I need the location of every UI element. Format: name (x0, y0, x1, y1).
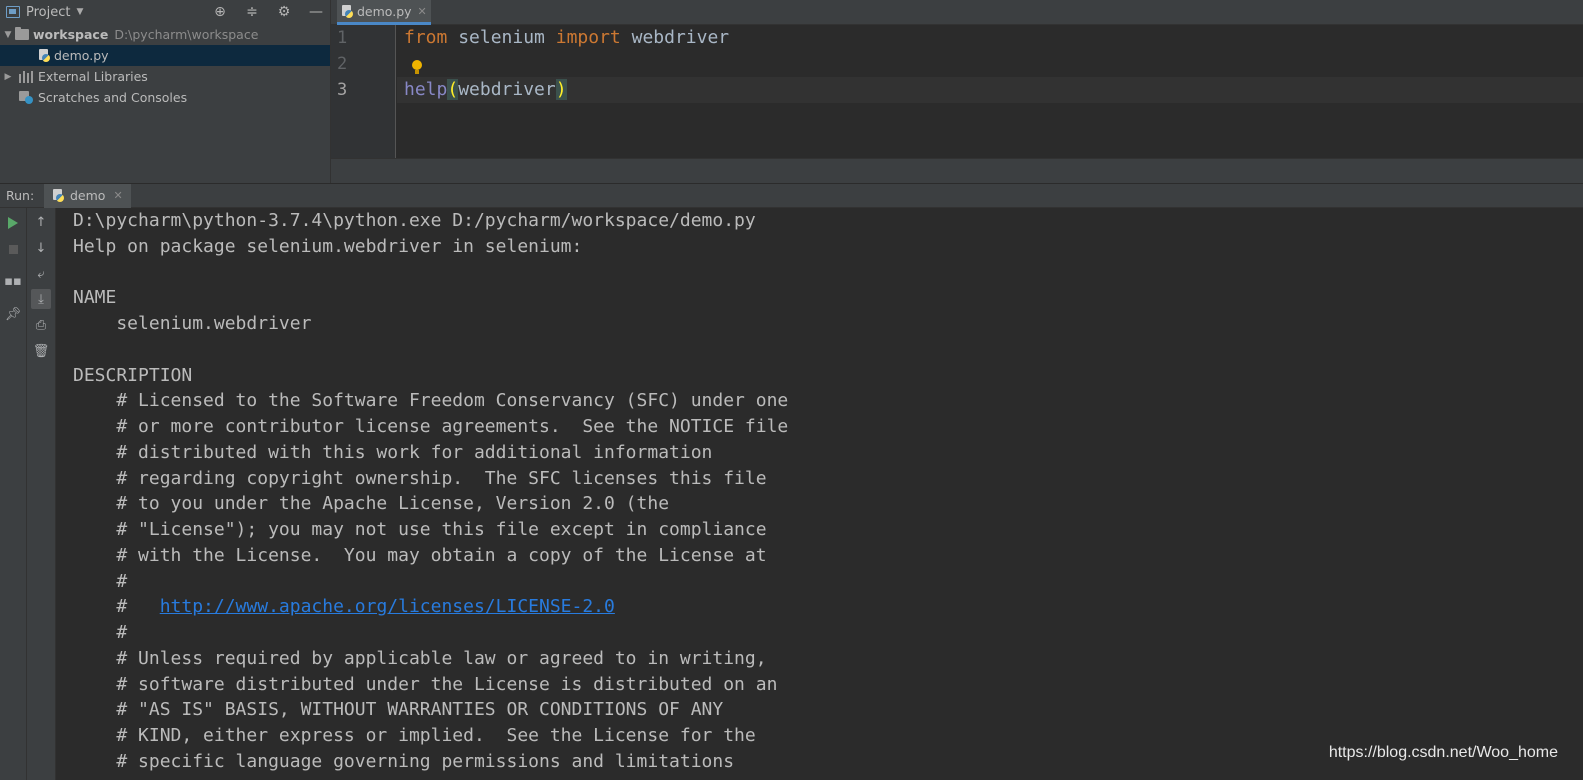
console-line: # specific language governing permission… (73, 751, 735, 772)
tree-item-demo-py[interactable]: demo.py (0, 45, 330, 66)
editor-tab-label: demo.py (357, 3, 412, 19)
restore-layout-button[interactable]: ▪▪ (3, 271, 23, 291)
stop-button[interactable] (3, 239, 23, 259)
console-line: # "AS IS" BASIS, WITHOUT WARRANTIES OR C… (73, 699, 724, 720)
print-button[interactable]: ⎙ (31, 315, 51, 335)
console-line: # with the License. You may obtain a cop… (73, 545, 767, 566)
console-line: # KIND, either express or implied. See t… (73, 725, 756, 746)
run-tab-label: demo (70, 188, 106, 203)
tree-item-label: External Libraries (38, 69, 148, 84)
printer-icon: ⎙ (35, 317, 47, 333)
code-line-1[interactable]: from selenium import webdriver (404, 25, 729, 51)
line-number: 2 (337, 54, 348, 74)
watermark: https://blog.csdn.net/Woo_home (1328, 744, 1558, 761)
run-toolbar-secondary: ↑ ↓ ⤶ ⤓ ⎙ 🗑︎ (27, 208, 56, 780)
tree-item-label: workspace (33, 27, 109, 42)
python-icon (52, 189, 64, 202)
call-argument: webdriver (458, 79, 556, 100)
console-line: # Unless required by applicable law or a… (73, 648, 767, 669)
line-number: 3 (337, 80, 348, 100)
rerun-button[interactable] (3, 213, 23, 233)
project-title[interactable]: Project (26, 5, 70, 20)
console-line: D:\pycharm\python-3.7.4\python.exe D:/py… (73, 210, 756, 231)
tree-item-scratches[interactable]: Scratches and Consoles (0, 87, 330, 108)
project-toolbar: ⊕ ≑ ⚙ — (212, 4, 324, 20)
console-line: # Licensed to the Software Freedom Conse… (73, 390, 789, 411)
scroll-to-end-button[interactable]: ⤓ (31, 289, 51, 309)
line-number-gutter: 1 2 3 (331, 25, 396, 158)
scroll-up-button[interactable]: ↑ (31, 212, 51, 232)
arrow-down-icon: ↓ (35, 240, 47, 256)
console-line: DESCRIPTION (73, 365, 193, 386)
pin-tab-button[interactable]: 📌︎ (3, 304, 23, 324)
pin-icon: 📌︎ (4, 306, 22, 322)
scroll-down-button[interactable]: ↓ (31, 238, 51, 258)
run-toolbar-primary: ▪▪ 📌︎ (0, 208, 27, 780)
keyword-import: import (555, 27, 621, 48)
collapsed-arrow-icon[interactable]: ▶ (1, 72, 15, 82)
clear-all-button[interactable]: 🗑︎ (31, 341, 51, 361)
console-line: # (73, 622, 128, 643)
console-line: # to you under the Apache License, Versi… (73, 493, 670, 514)
project-icon (6, 6, 20, 18)
scroll-to-end-icon: ⤓ (38, 291, 44, 307)
expanded-arrow-icon[interactable]: ▼ (1, 30, 15, 40)
console-line: # "License"); you may not use this file … (73, 519, 767, 540)
play-icon (8, 217, 18, 229)
console-line: # regarding copyright ownership. The SFC… (73, 468, 767, 489)
license-link[interactable]: http://www.apache.org/licenses/LICENSE-2… (160, 596, 615, 617)
import-name: webdriver (620, 27, 730, 48)
soft-wrap-button[interactable]: ⤶ (31, 264, 51, 284)
tree-item-workspace[interactable]: ▼ workspace D:\pycharm\workspace (0, 24, 330, 45)
close-icon[interactable]: ✕ (418, 5, 427, 18)
console-line: NAME (73, 287, 117, 308)
scratches-icon (19, 91, 33, 104)
python-file-icon (341, 4, 353, 18)
project-header: Project ▼ ⊕ ≑ ⚙ — (0, 0, 330, 24)
folder-icon (15, 27, 29, 40)
editor-tab-demo-py[interactable]: demo.py ✕ (337, 0, 431, 25)
gear-icon[interactable]: ⚙ (276, 4, 292, 20)
console-line: selenium.webdriver (73, 313, 312, 334)
chevron-down-icon[interactable]: ▼ (76, 7, 83, 17)
minimize-icon[interactable]: — (308, 4, 324, 20)
project-panel: Project ▼ ⊕ ≑ ⚙ — ▼ workspace D:\pycharm… (0, 0, 331, 183)
tree-item-external-libraries[interactable]: ▶ External Libraries (0, 66, 330, 87)
keyword-from: from (404, 27, 448, 48)
locate-icon[interactable]: ⊕ (212, 4, 228, 20)
console-line: # software distributed under the License… (73, 674, 778, 695)
module-name: selenium (447, 27, 556, 48)
paren-open: ( (447, 79, 459, 100)
console-line-with-link: # http://www.apache.org/licenses/LICENSE… (73, 594, 615, 620)
lightbulb-icon[interactable] (410, 60, 424, 76)
editor-tab-bar: demo.py ✕ (331, 0, 1583, 25)
python-file-icon (38, 49, 50, 62)
console-output[interactable]: D:\pycharm\python-3.7.4\python.exe D:/py… (56, 208, 1583, 780)
layout-icon: ▪▪ (4, 273, 22, 289)
console-line: # (73, 571, 128, 592)
collapse-all-icon[interactable]: ≑ (244, 4, 260, 20)
console-line: # distributed with this work for additio… (73, 442, 713, 463)
console-line: Help on package selenium.webdriver in se… (73, 236, 583, 257)
soft-wrap-icon: ⤶ (37, 266, 45, 282)
trash-icon: 🗑︎ (32, 343, 50, 359)
run-panel-header: Run: demo ✕ (0, 183, 1583, 208)
stop-icon (8, 244, 18, 254)
paren-close: ) (555, 79, 567, 100)
tree-item-path: D:\pycharm\workspace (114, 27, 259, 42)
editor-breadcrumb-bar (331, 158, 1583, 183)
builtin-help: help (404, 79, 448, 100)
library-icon (19, 70, 33, 83)
line-number: 1 (337, 28, 348, 48)
console-line-prefix: # (73, 596, 160, 617)
arrow-up-icon: ↑ (35, 214, 47, 230)
code-editor[interactable]: 1 2 3 from selenium import webdriver hel… (331, 25, 1583, 158)
code-line-3[interactable]: help(webdriver) (397, 77, 1583, 103)
run-tab-demo[interactable]: demo ✕ (44, 183, 131, 208)
console-line: # or more contributor license agreements… (73, 416, 789, 437)
close-icon[interactable]: ✕ (113, 189, 122, 202)
tree-item-label: demo.py (54, 48, 109, 63)
tree-item-label: Scratches and Consoles (38, 90, 188, 105)
run-label: Run: (6, 188, 35, 203)
